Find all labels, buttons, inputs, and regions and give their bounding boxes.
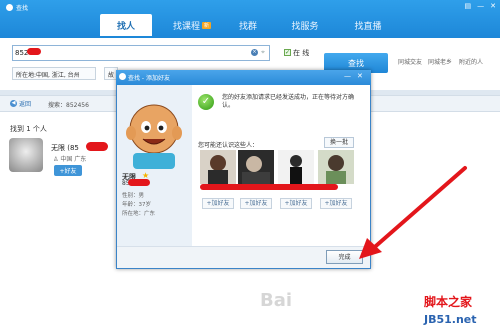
profile-gender: 性别：男 xyxy=(122,193,145,199)
tab-label: 找群 xyxy=(238,21,257,32)
tab-label: 找课程 xyxy=(172,21,200,32)
tab-label: 找人 xyxy=(116,21,135,32)
back-label: 返回 xyxy=(19,101,32,108)
dialog-title: 查找 - 添加好友 xyxy=(128,75,170,82)
clear-icon[interactable]: × xyxy=(251,49,258,56)
redaction-mark xyxy=(86,142,108,151)
tab-find-courses[interactable]: 找课程新 xyxy=(162,14,222,36)
result-location: ♙ 中国 广东 xyxy=(53,154,86,163)
person-number: (85 xyxy=(67,144,79,152)
result-count: 找到 1 个人 xyxy=(10,125,47,133)
online-label: 在 线 xyxy=(293,49,310,57)
redaction-mark xyxy=(27,48,41,55)
close-icon[interactable]: ✕ xyxy=(490,2,496,10)
search-input[interactable] xyxy=(12,45,270,61)
suggestion-photo-2[interactable] xyxy=(238,150,274,184)
person-name: 无限 xyxy=(51,144,65,152)
close-icon[interactable]: ✕ xyxy=(357,72,363,80)
redaction-mark xyxy=(128,179,150,186)
suggestion-photo-3[interactable] xyxy=(278,150,314,184)
dialog-controls: — ✕ xyxy=(344,72,363,80)
cartoon-avatar xyxy=(126,104,182,169)
tab-label: 找服务 xyxy=(291,21,319,32)
add-suggestion-button-1[interactable]: +加好友 xyxy=(202,198,234,209)
profile-location: 所在地：广东 xyxy=(122,211,156,217)
quick-link-hometown[interactable]: 同城老乡 xyxy=(428,57,452,66)
tab-find-live[interactable]: 找直播 xyxy=(343,14,393,36)
minimize-icon[interactable]: — xyxy=(477,2,484,10)
dialog-logo-icon xyxy=(119,73,126,80)
new-badge: 新 xyxy=(202,21,212,29)
tab-label: 找直播 xyxy=(354,21,382,32)
red-arrow-annotation xyxy=(359,166,467,259)
add-friend-button[interactable]: +好友 xyxy=(54,165,82,176)
suggestions-heading: 您可能还认识这些人： xyxy=(198,142,259,149)
location-text: 中国 广东 xyxy=(60,156,87,163)
avatar[interactable] xyxy=(9,138,43,172)
success-check-icon: ✓ xyxy=(198,94,214,110)
site-watermark-url: JB51.net xyxy=(424,313,477,326)
skin-icon[interactable]: ▤ xyxy=(465,2,472,10)
refresh-suggestions-button[interactable]: 换一批 xyxy=(324,137,354,148)
app-title: 查找 xyxy=(6,3,28,12)
tab-find-groups[interactable]: 找群 xyxy=(228,14,268,36)
tab-find-people[interactable]: 找人 xyxy=(100,14,152,36)
add-suggestion-button-3[interactable]: +加好友 xyxy=(280,198,312,209)
window-controls: ▤ — ✕ xyxy=(465,2,497,10)
quick-link-nearby[interactable]: 附近的人 xyxy=(459,57,483,66)
tab-find-services[interactable]: 找服务 xyxy=(280,14,330,36)
search-summary: 搜索：852456 xyxy=(48,102,89,109)
site-watermark-name: 脚本之家 xyxy=(424,295,473,309)
app-logo-icon xyxy=(6,4,13,11)
online-checkbox[interactable]: ✓ xyxy=(284,49,291,56)
quick-link-local-friends[interactable]: 同城交友 xyxy=(398,57,422,66)
app-title-text: 查找 xyxy=(16,5,29,12)
profile-age: 年龄：37岁 xyxy=(122,202,151,208)
suggestion-photo-1[interactable] xyxy=(200,150,236,184)
user-icon: ♙ xyxy=(53,156,59,163)
filter-location[interactable]: 所在地:中国, 浙江, 台州 xyxy=(12,67,96,80)
suggestion-photo-4[interactable] xyxy=(318,150,354,184)
baidu-watermark: Bai xyxy=(260,290,293,311)
location-icon[interactable]: ⌖ xyxy=(261,48,265,57)
success-message: 您的好友添加请求已经发送成功，正在等待对方确认。 xyxy=(222,94,355,109)
minimize-icon[interactable]: — xyxy=(344,72,351,80)
result-name[interactable]: 无限 (85 xyxy=(51,143,79,153)
redaction-mark xyxy=(200,184,338,190)
back-button[interactable]: ◀ 返回 xyxy=(10,99,31,108)
add-suggestion-button-2[interactable]: +加好友 xyxy=(240,198,272,209)
add-suggestion-button-4[interactable]: +加好友 xyxy=(320,198,352,209)
back-arrow-icon: ◀ xyxy=(10,100,17,107)
